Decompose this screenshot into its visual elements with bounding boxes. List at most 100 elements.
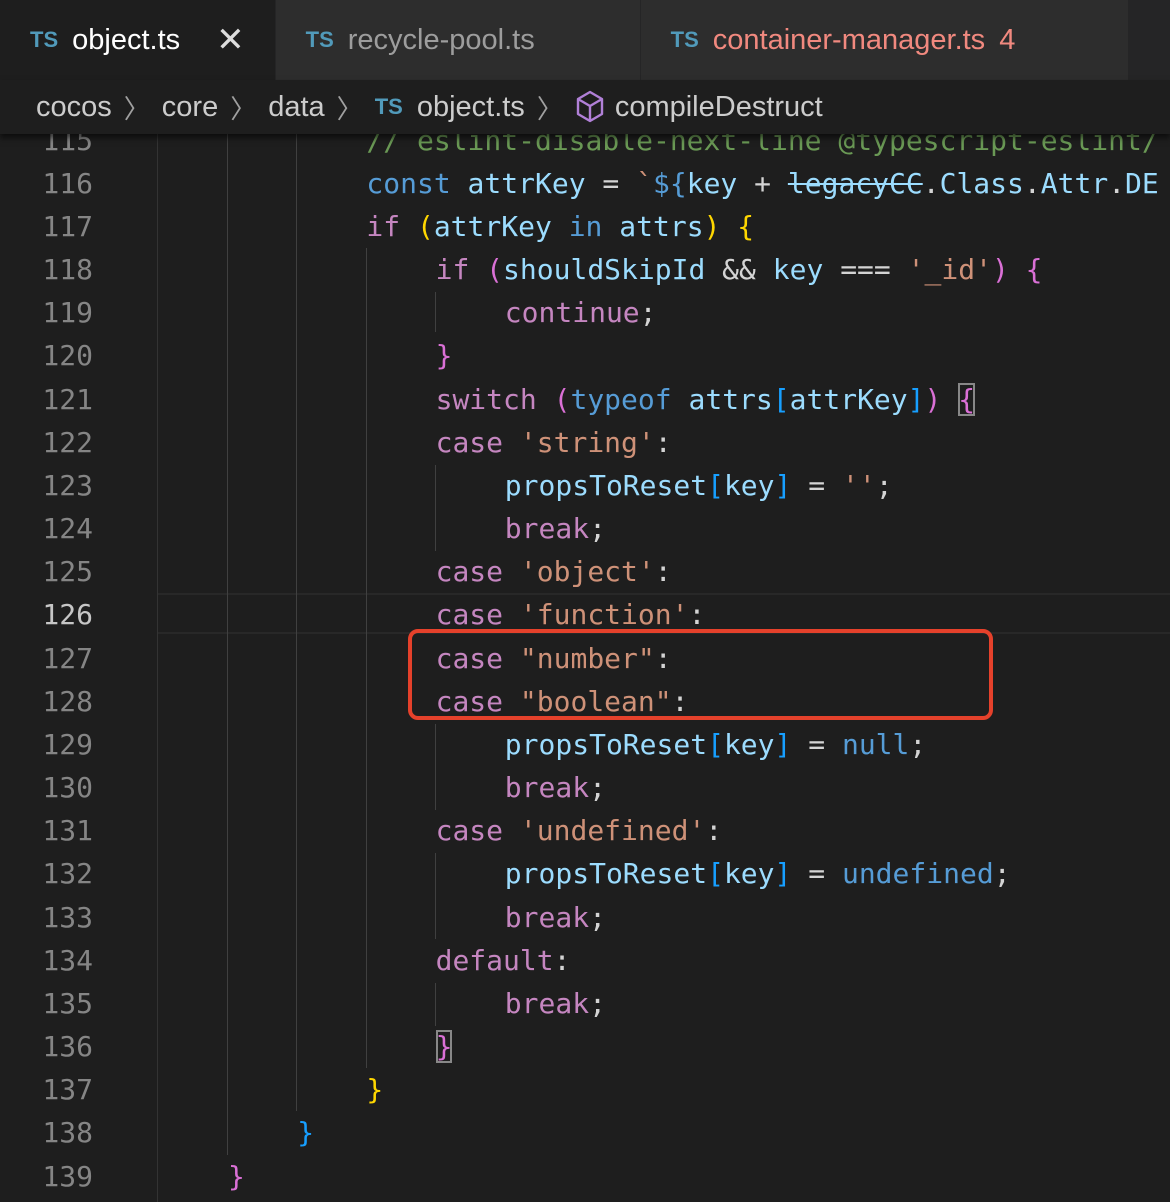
tab-label: recycle-pool.ts: [347, 23, 535, 56]
code-token: attrs: [619, 209, 704, 243]
code-line[interactable]: propsToReset[key] = undefined;: [505, 852, 1011, 895]
typescript-file-icon: TS: [305, 27, 334, 52]
code-token: +: [737, 166, 788, 200]
code-line[interactable]: break;: [505, 766, 606, 809]
breadcrumb-item[interactable]: data: [268, 91, 324, 124]
indent-guide: [227, 133, 228, 1155]
code-line[interactable]: }: [435, 1025, 453, 1068]
code-token: legacyCC: [787, 166, 923, 200]
code-line[interactable]: continue;: [505, 291, 657, 334]
code-token: ]: [774, 727, 792, 761]
line-number: 128: [42, 684, 93, 718]
code-token: break: [504, 512, 590, 546]
code-token: attrKey: [789, 382, 908, 416]
code-token: case: [435, 598, 504, 632]
code-token: =: [585, 166, 637, 200]
code-line[interactable]: break;: [505, 982, 606, 1025]
code-token: Class: [939, 166, 1024, 200]
code-token: propsToReset: [504, 857, 708, 891]
line-number: 133: [42, 900, 93, 934]
code-line[interactable]: propsToReset[key] = '';: [505, 464, 893, 507]
tab-label: object.ts: [72, 23, 181, 56]
code-token: case: [435, 555, 504, 589]
typescript-file-icon: TS: [374, 94, 403, 119]
close-icon[interactable]: ✕: [216, 20, 245, 60]
tab-recycle-pool-ts[interactable]: TS recycle-pool.ts: [275, 0, 641, 80]
code-token: ;: [875, 468, 893, 502]
breadcrumb-item[interactable]: compileDestruct: [615, 91, 823, 124]
code-token: undefined: [841, 857, 994, 891]
line-number: 123: [42, 468, 93, 502]
code-token: key: [686, 166, 738, 200]
code-line[interactable]: break;: [505, 896, 606, 939]
code-token: `: [636, 166, 653, 200]
code-token: key: [723, 857, 775, 891]
code-token: :: [705, 814, 723, 848]
code-token: ;: [639, 296, 657, 330]
code-line[interactable]: break;: [505, 507, 606, 550]
chevron-right-icon: 〉: [123, 93, 150, 124]
line-number: 132: [42, 857, 93, 891]
code-token: ): [703, 209, 721, 243]
breadcrumb-item[interactable]: cocos: [36, 91, 112, 124]
tab-container-manager-ts[interactable]: TS container-manager.ts 4: [640, 0, 1129, 80]
code-token: ===: [823, 253, 908, 286]
code-token: 'object': [519, 555, 655, 589]
indent-guide: [435, 292, 436, 332]
code-token: :: [553, 943, 571, 977]
code-token: {: [958, 382, 976, 416]
chevron-right-icon: 〉: [536, 93, 563, 124]
code-line[interactable]: case 'object':: [436, 550, 672, 593]
line-number: 117: [42, 209, 93, 243]
code-token: :: [688, 598, 706, 632]
line-number: 130: [42, 771, 93, 805]
code-token: key: [772, 253, 824, 286]
code-line[interactable]: default:: [436, 939, 571, 982]
code-token: ;: [993, 857, 1011, 891]
code-line[interactable]: if (shouldSkipId && key === '_id') {: [436, 248, 1043, 291]
code-token: ;: [589, 512, 606, 546]
code-token: [: [707, 727, 724, 761]
code-line[interactable]: case 'undefined':: [436, 809, 723, 852]
code-token: }: [435, 1030, 453, 1064]
indent-guide: [296, 133, 297, 1111]
code-line[interactable]: }: [366, 1068, 383, 1111]
code-token: continue: [504, 296, 640, 330]
code-line[interactable]: case 'string':: [436, 421, 672, 464]
code-line[interactable]: const attrKey = `${key + legacyCC.Class.…: [366, 162, 1158, 205]
code-token: ]: [907, 382, 925, 416]
breadcrumb-item[interactable]: core: [162, 91, 218, 124]
code-line[interactable]: switch (typeof attrs[attrKey]) {: [436, 378, 976, 421]
code-token: .: [1108, 166, 1126, 200]
line-number: 121: [42, 382, 93, 416]
line-number: 138: [42, 1116, 93, 1150]
code-token: in: [568, 209, 603, 243]
code-line[interactable]: }: [228, 1155, 245, 1198]
line-number: 120: [42, 339, 93, 373]
code-token: (: [416, 209, 434, 243]
code-token: }: [435, 339, 453, 373]
code-token: ;: [589, 900, 606, 934]
code-line[interactable]: }: [436, 334, 453, 377]
code-token: (: [486, 253, 504, 286]
breadcrumb-item[interactable]: object.ts: [417, 91, 525, 124]
code-token: default: [435, 943, 554, 977]
code-token: ;: [589, 986, 606, 1020]
code-token: }: [366, 1073, 384, 1107]
code-token: 'function': [519, 598, 689, 632]
code-token: break: [504, 986, 590, 1020]
code-token: =: [791, 857, 842, 891]
code-token: :: [654, 555, 672, 589]
code-line[interactable]: }: [297, 1111, 314, 1154]
code-line[interactable]: propsToReset[key] = null;: [505, 723, 926, 766]
line-number: 139: [42, 1159, 93, 1193]
tab-object-ts[interactable]: TS object.ts ✕: [0, 0, 276, 80]
code-line[interactable]: if (attrKey in attrs) {: [366, 205, 754, 248]
